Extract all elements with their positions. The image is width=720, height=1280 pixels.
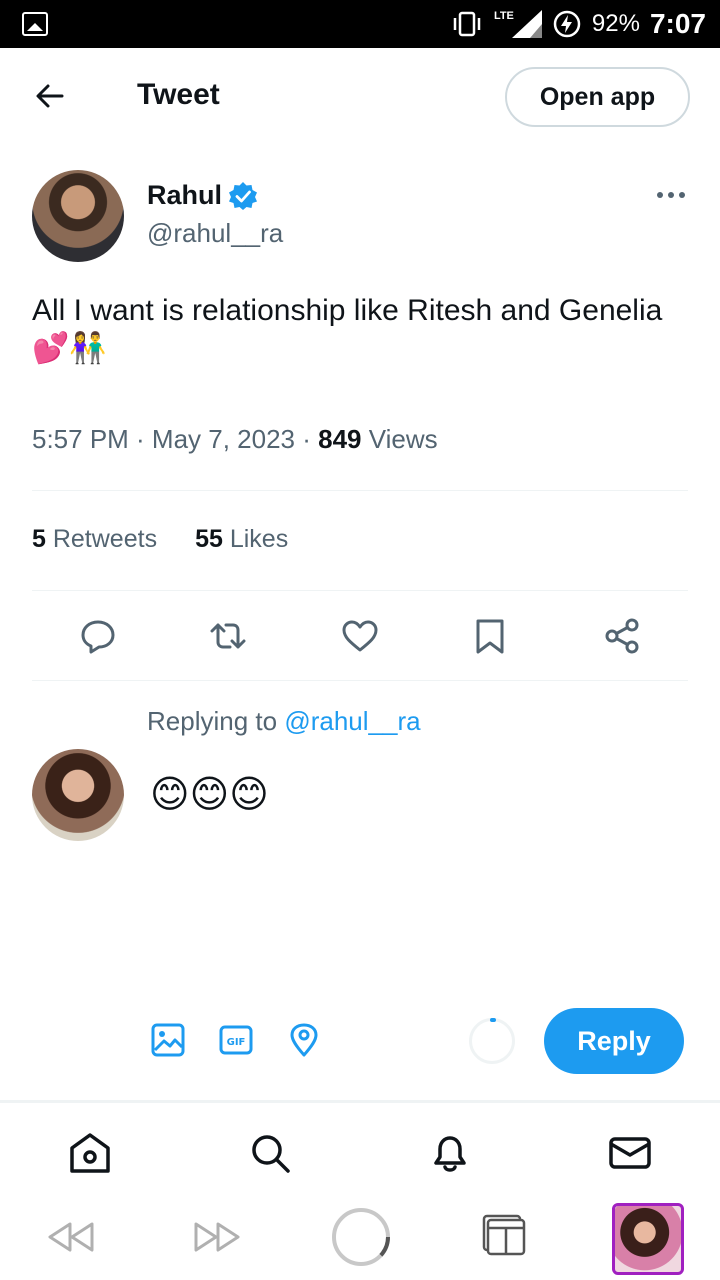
open-app-button[interactable]: Open app bbox=[505, 67, 690, 127]
image-icon[interactable] bbox=[150, 1022, 186, 1058]
recent-app-thumbnail[interactable] bbox=[612, 1203, 684, 1275]
svg-text:GIF: GIF bbox=[227, 1037, 246, 1048]
likes-stat[interactable]: 55 Likes bbox=[195, 525, 288, 554]
gif-icon[interactable]: GIF bbox=[218, 1022, 254, 1058]
vibrate-icon bbox=[453, 11, 481, 37]
author-avatar[interactable] bbox=[32, 170, 124, 262]
more-options-icon[interactable] bbox=[656, 190, 686, 200]
search-icon[interactable] bbox=[248, 1131, 292, 1175]
replying-to: Replying to @rahul__ra bbox=[147, 706, 421, 737]
rewind-icon[interactable] bbox=[42, 1208, 100, 1266]
reply-button[interactable]: Reply bbox=[544, 1008, 684, 1074]
top-header: Tweet Open app bbox=[0, 48, 720, 148]
engagement-stats: 5 Retweets 55 Likes bbox=[32, 525, 288, 554]
share-icon[interactable] bbox=[602, 616, 642, 656]
home-icon[interactable] bbox=[68, 1131, 112, 1175]
status-bar: LTE 92% 7:07 bbox=[0, 0, 720, 48]
divider bbox=[32, 680, 688, 681]
tweet-actions bbox=[32, 612, 688, 660]
gallery-notification-icon bbox=[22, 12, 48, 36]
author-name[interactable]: Rahul bbox=[147, 180, 222, 211]
character-count-ring bbox=[469, 1018, 515, 1064]
user-avatar bbox=[32, 749, 124, 841]
bottom-nav bbox=[0, 1100, 720, 1196]
divider bbox=[32, 590, 688, 591]
signal-icon bbox=[511, 10, 542, 38]
network-type: LTE bbox=[493, 10, 514, 22]
back-arrow-icon[interactable] bbox=[32, 78, 68, 114]
bookmark-icon[interactable] bbox=[470, 616, 510, 656]
page-title: Tweet bbox=[137, 78, 220, 111]
battery-percent: 92% bbox=[591, 10, 640, 37]
notifications-icon[interactable] bbox=[428, 1131, 472, 1175]
author-name-row[interactable]: Rahul bbox=[147, 180, 258, 211]
fast-forward-icon[interactable] bbox=[188, 1208, 246, 1266]
status-right: LTE 92% 7:07 bbox=[450, 0, 706, 48]
tweet-timestamp: 5:57 PM · May 7, 2023 · bbox=[32, 424, 319, 454]
clock: 7:07 bbox=[649, 8, 706, 39]
views-count: 849 bbox=[318, 424, 362, 454]
reply-icon[interactable] bbox=[78, 616, 118, 656]
battery-charging-icon bbox=[553, 10, 581, 38]
views-label: Views bbox=[361, 424, 438, 454]
replying-prefix: Replying to bbox=[147, 706, 285, 736]
tweet-meta: 5:57 PM · May 7, 2023 · 849 Views bbox=[32, 424, 438, 455]
messages-icon[interactable] bbox=[608, 1131, 652, 1175]
replying-handle-link[interactable]: @rahul__ra bbox=[284, 706, 420, 736]
tabs-icon[interactable] bbox=[478, 1208, 536, 1266]
home-circle-icon[interactable] bbox=[330, 1206, 392, 1268]
like-icon[interactable] bbox=[340, 616, 380, 656]
verified-badge-icon bbox=[229, 181, 258, 210]
location-icon[interactable] bbox=[286, 1022, 322, 1058]
retweet-icon[interactable] bbox=[208, 616, 248, 656]
reply-input[interactable]: 😊😊😊 bbox=[150, 772, 269, 817]
author-handle[interactable]: @rahul__ra bbox=[147, 218, 283, 249]
tweet-text: All I want is relationship like Ritesh a… bbox=[32, 294, 663, 365]
divider bbox=[32, 490, 688, 491]
retweets-stat[interactable]: 5 Retweets bbox=[32, 525, 157, 554]
